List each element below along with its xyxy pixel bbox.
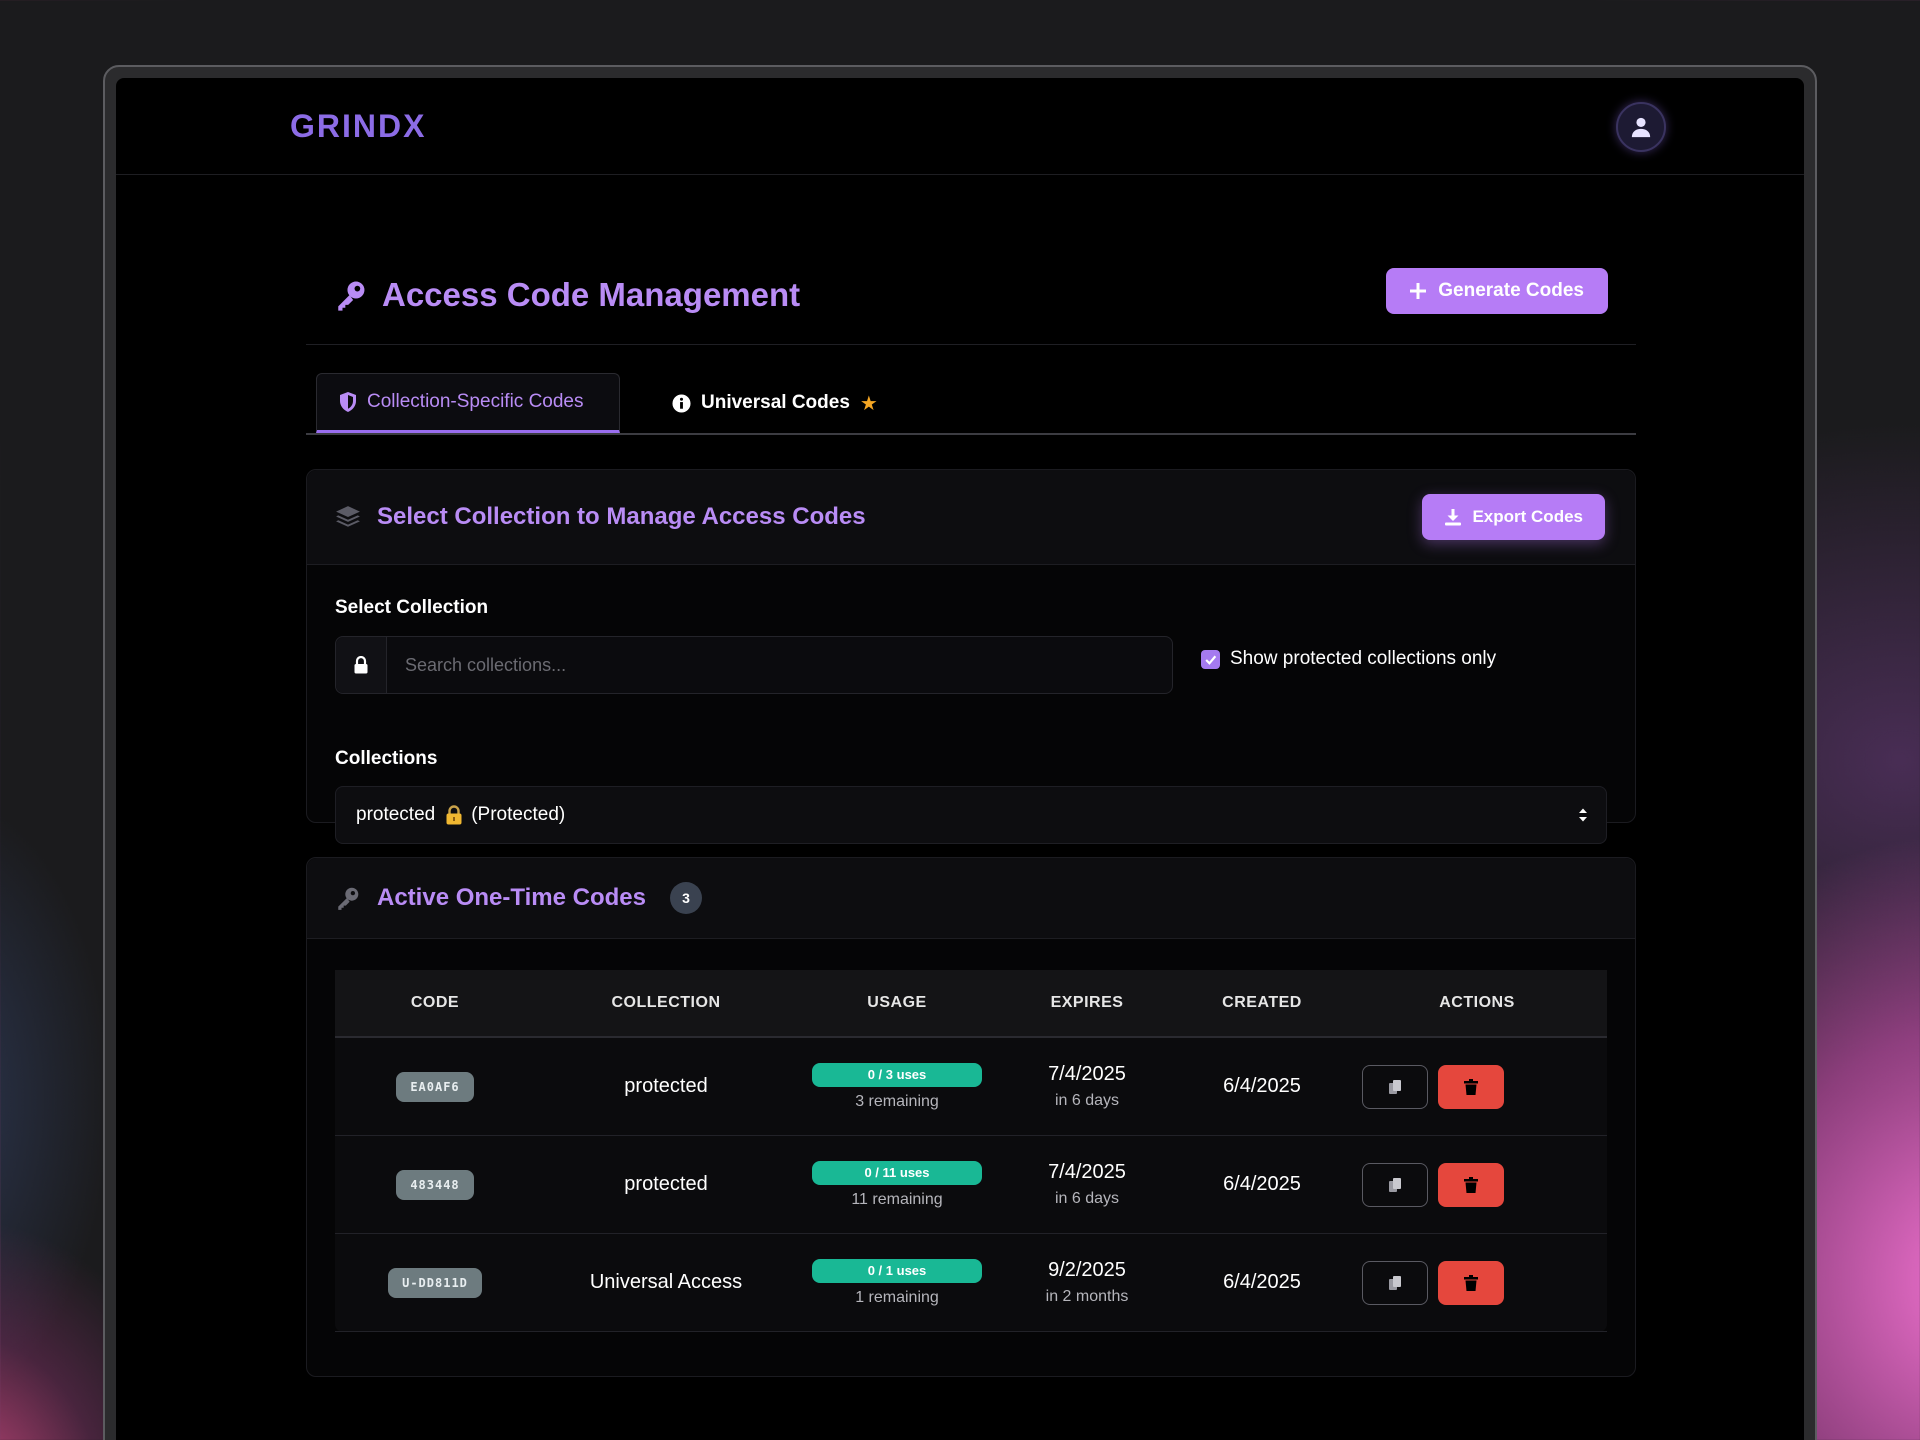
codes-table: CODE COLLECTION USAGE EXPIRES CREATED AC… [335,970,1607,1332]
tab-label: Collection-Specific Codes [367,391,584,412]
collection-cell: protected [535,1037,797,1136]
card-title: Select Collection to Manage Access Codes [335,470,866,564]
card-header: Select Collection to Manage Access Codes… [307,470,1635,565]
download-icon [1445,509,1462,526]
delete-code-button[interactable] [1438,1064,1504,1109]
delete-code-button[interactable] [1438,1260,1504,1305]
codes-count-badge: 3 [669,882,702,914]
shield-icon [340,392,356,412]
generate-codes-button[interactable]: Generate Codes [1386,268,1608,314]
copy-code-button[interactable] [1362,1064,1428,1109]
tab-universal-codes[interactable]: Universal Codes ★ [650,373,900,433]
card-title-text: Select Collection to Manage Access Codes [377,503,866,530]
usage-badge: 0 / 11 uses [812,1161,982,1185]
star-icon: ★ [859,392,878,415]
expires-relative: in 6 days [1054,1092,1120,1109]
app-screen: GRINDX Access Code Management Generate C… [116,78,1804,1440]
expires-date: 7/4/2025 [1048,1063,1126,1085]
usage-badge: 0 / 1 uses [812,1259,982,1283]
app-logo[interactable]: GRINDX [290,108,426,145]
tab-bar: Collection-Specific Codes Universal Code… [306,373,1636,435]
card-title: Active One-Time Codes 3 [335,858,702,938]
delete-code-button[interactable] [1438,1162,1504,1207]
table-row: U-DD811D Universal Access 0 / 1 uses 1 r… [335,1233,1607,1332]
collection-cell: Universal Access [535,1233,797,1332]
table-row: EA0AF6 protected 0 / 3 uses 3 remaining … [335,1037,1607,1136]
layers-icon [336,506,360,527]
generate-codes-label: Generate Codes [1438,280,1584,301]
protected-only-filter[interactable]: Show protected collections only [1201,648,1496,670]
created-date: 6/4/2025 [1177,1233,1347,1332]
expires-date: 9/2/2025 [1048,1259,1126,1281]
copy-icon [1389,1177,1401,1192]
column-header-created[interactable]: CREATED [1177,970,1347,1038]
expires-relative: in 2 months [1045,1288,1129,1305]
user-avatar-button[interactable] [1616,102,1666,152]
row-actions [1348,1260,1606,1305]
copy-icon [1389,1079,1401,1094]
remaining-text: 3 remaining [855,1093,939,1110]
remaining-text: 11 remaining [851,1191,943,1208]
tab-collection-specific-codes[interactable]: Collection-Specific Codes [316,373,620,433]
lock-icon [336,637,387,693]
lock-emoji-icon [445,805,463,825]
export-codes-label: Export Codes [1472,507,1583,526]
collection-search-input[interactable] [387,637,1172,693]
access-code[interactable]: U-DD811D [388,1267,482,1298]
selected-collection-name: protected [356,804,436,825]
trash-icon [1464,1176,1478,1193]
row-actions [1348,1064,1606,1109]
user-icon [1631,117,1651,138]
column-header-actions: ACTIONS [1347,970,1607,1038]
access-code[interactable]: EA0AF6 [396,1071,474,1102]
protected-only-checkbox[interactable] [1201,649,1220,669]
tab-label: Universal Codes [701,392,850,413]
column-header-usage[interactable]: USAGE [797,970,997,1038]
usage-badge: 0 / 3 uses [812,1063,982,1087]
copy-code-button[interactable] [1362,1162,1428,1207]
trash-icon [1464,1274,1478,1291]
main-container: Access Code Management Generate Codes Co… [306,268,1636,1377]
select-collection-card: Select Collection to Manage Access Codes… [306,469,1636,844]
collection-cell: protected [535,1135,797,1234]
key-icon [338,887,359,910]
check-icon [1205,655,1217,665]
collections-label: Collections [335,748,438,769]
key-icon [338,281,365,311]
expires-relative: in 6 days [1054,1190,1120,1207]
page-title: Access Code Management [334,276,800,314]
table-row: 483448 protected 0 / 11 uses 11 remainin… [335,1135,1607,1234]
collections-select[interactable]: protected (Protected) [335,786,1607,844]
created-date: 6/4/2025 [1177,1037,1347,1136]
card-title-text: Active One-Time Codes [377,884,646,911]
page-title-text: Access Code Management [382,276,801,313]
export-codes-button[interactable]: Export Codes [1422,494,1605,540]
card-header: Active One-Time Codes 3 [307,858,1635,939]
column-header-code[interactable]: CODE [335,970,535,1038]
selected-collection-suffix: (Protected) [471,804,566,825]
select-collection-label: Select Collection [335,597,489,618]
active-codes-card: Active One-Time Codes 3 CODE COLLECTION … [306,857,1636,1377]
expires-date: 7/4/2025 [1048,1161,1126,1183]
top-navbar: GRINDX [116,78,1804,175]
copy-icon [1389,1275,1401,1290]
table-header-row: CODE COLLECTION USAGE EXPIRES CREATED AC… [335,970,1607,1038]
protected-only-label: Show protected collections only [1230,648,1497,669]
column-header-collection[interactable]: COLLECTION [535,970,797,1038]
copy-code-button[interactable] [1362,1260,1428,1305]
info-icon [672,393,691,413]
plus-icon [1410,283,1427,299]
trash-icon [1464,1078,1478,1095]
row-actions [1348,1162,1606,1207]
page-header: Access Code Management Generate Codes [306,268,1636,345]
created-date: 6/4/2025 [1177,1135,1347,1234]
access-code[interactable]: 483448 [396,1169,474,1200]
select-arrows-icon [1578,807,1588,823]
column-header-expires[interactable]: EXPIRES [997,970,1177,1038]
collection-search-group [335,636,1173,694]
remaining-text: 1 remaining [855,1289,939,1306]
